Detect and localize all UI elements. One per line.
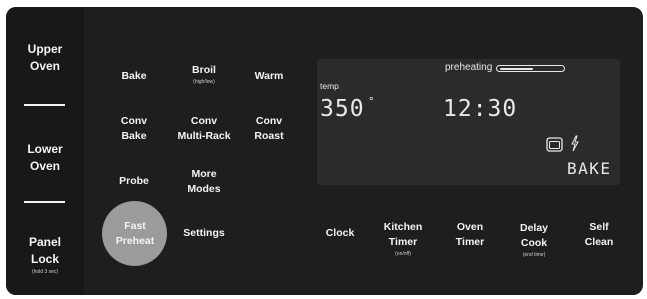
panel-lock-hint: (hold 3 sec) bbox=[31, 269, 59, 275]
divider bbox=[24, 201, 65, 203]
broil-hint: (high/low) bbox=[193, 79, 215, 85]
broil-button[interactable]: Broil (high/low) bbox=[176, 63, 232, 86]
settings-button[interactable]: Settings bbox=[176, 226, 232, 241]
probe-button[interactable]: Probe bbox=[106, 174, 162, 189]
oven-display: preheating temp 350 ° 12:30 BAKE bbox=[317, 59, 620, 185]
time-readout: 12:30 bbox=[443, 96, 518, 122]
delay-cook-label: Delay Cook bbox=[519, 222, 549, 249]
clock-button[interactable]: Clock bbox=[315, 226, 365, 241]
oven-selector-column: Upper Oven Lower Oven Panel Lock (hold 3… bbox=[6, 7, 84, 295]
oven-timer-button[interactable]: Oven Timer bbox=[442, 220, 498, 250]
more-modes-button[interactable]: More Modes bbox=[176, 167, 232, 197]
lightning-bolt-icon bbox=[570, 135, 580, 152]
kitchen-timer-hint: (on/off) bbox=[395, 251, 411, 257]
panel-lock-label: Panel Lock bbox=[28, 235, 61, 266]
lower-oven-button[interactable]: Lower Oven bbox=[6, 141, 84, 175]
preheat-progress-fill bbox=[500, 67, 534, 70]
divider bbox=[24, 104, 65, 106]
fast-preheat-label: Fast Preheat bbox=[115, 220, 155, 247]
preheat-progress-bar bbox=[496, 65, 565, 72]
bake-button[interactable]: Bake bbox=[106, 69, 162, 84]
oven-door-icon bbox=[546, 137, 563, 152]
control-panel: Upper Oven Lower Oven Panel Lock (hold 3… bbox=[6, 7, 643, 295]
conv-multi-rack-button[interactable]: Conv Multi-Rack bbox=[171, 114, 237, 144]
delay-cook-button[interactable]: Delay Cook (end time) bbox=[505, 221, 563, 259]
preheating-label: preheating bbox=[445, 62, 493, 73]
upper-oven-button[interactable]: Upper Oven bbox=[6, 41, 84, 75]
degree-symbol: ° bbox=[368, 95, 375, 108]
self-clean-button[interactable]: Self Clean bbox=[571, 220, 627, 250]
warm-button[interactable]: Warm bbox=[241, 69, 297, 84]
temperature-readout: 350 bbox=[320, 96, 365, 122]
temp-label: temp bbox=[320, 81, 339, 91]
mode-readout: BAKE bbox=[567, 159, 612, 178]
delay-cook-hint: (end time) bbox=[522, 252, 546, 258]
conv-bake-button[interactable]: Conv Bake bbox=[106, 114, 162, 144]
conv-roast-button[interactable]: Conv Roast bbox=[241, 114, 297, 144]
kitchen-timer-label: Kitchen Timer bbox=[383, 221, 423, 248]
broil-label: Broil bbox=[192, 64, 216, 76]
kitchen-timer-button[interactable]: Kitchen Timer (on/off) bbox=[373, 220, 433, 258]
panel-lock-button[interactable]: Panel Lock (hold 3 sec) bbox=[6, 234, 84, 276]
